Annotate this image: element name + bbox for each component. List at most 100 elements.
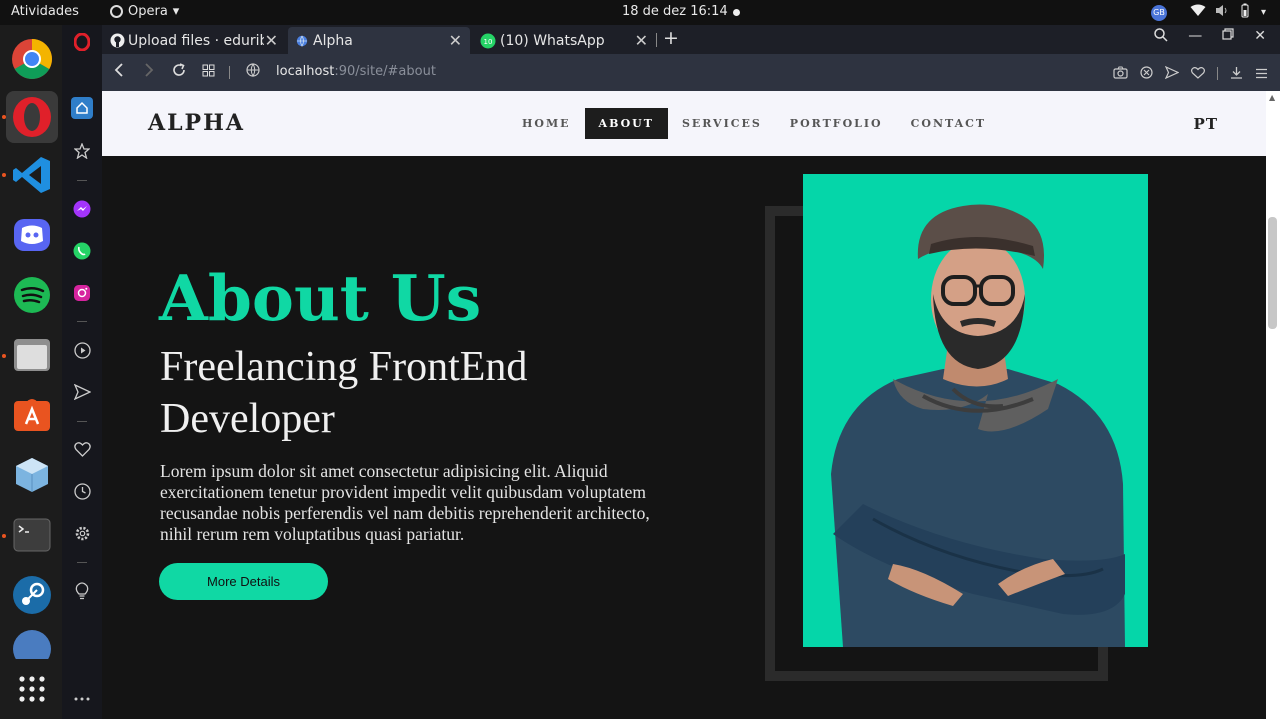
close-tab-icon[interactable]: ✕: [635, 31, 648, 50]
notification-dot: [733, 9, 740, 16]
more-button[interactable]: [70, 687, 94, 711]
page-scrollbar[interactable]: ▲: [1266, 91, 1280, 719]
instagram-button[interactable]: [70, 281, 94, 305]
lightbulb-icon: [75, 582, 89, 600]
dock-files[interactable]: [6, 329, 58, 381]
dock-discord[interactable]: [6, 209, 58, 261]
spotify-icon: [14, 277, 50, 313]
dock-terminal[interactable]: [6, 509, 58, 561]
tab-overview-button[interactable]: [202, 63, 215, 81]
reload-button[interactable]: [172, 63, 186, 81]
dock-spotify[interactable]: [6, 269, 58, 321]
dock-app-partial[interactable]: [6, 629, 58, 659]
app-icon: [13, 630, 51, 659]
history-button[interactable]: [70, 479, 94, 503]
site-logo[interactable]: ALPHA: [148, 110, 245, 136]
scrollbar-thumb[interactable]: [1268, 217, 1277, 329]
close-icon: ✕: [1254, 28, 1266, 44]
scroll-up-arrow[interactable]: ▲: [1269, 93, 1275, 102]
tab-divider: [656, 33, 657, 47]
restore-button[interactable]: [1222, 28, 1234, 46]
tab-upload-files[interactable]: Upload files · edurib1 ✕: [102, 27, 286, 54]
avatar: GB: [1150, 4, 1167, 21]
system-top-bar: Atividades Opera ▾ 18 de dez 16:14 GB ▾: [0, 0, 1280, 25]
virtualbox-icon: [16, 458, 48, 492]
bookmarks-button[interactable]: [70, 139, 94, 163]
dock-steam[interactable]: [6, 569, 58, 621]
clock[interactable]: 18 de dez 16:14: [622, 4, 728, 19]
tab-bar: Upload files · edurib1 ✕ Alpha ✕ 10 (10)…: [102, 25, 1280, 54]
home-button[interactable]: [71, 97, 93, 119]
profile-photo: [803, 174, 1148, 647]
url-field[interactable]: localhost:90/site/#about: [276, 64, 436, 79]
send-icon: [73, 384, 91, 400]
tab-title: Upload files · edurib1: [128, 32, 264, 49]
menu-icon: [1256, 68, 1267, 79]
more-icon: [74, 697, 90, 701]
dock-virtualbox[interactable]: [6, 449, 58, 501]
messenger-button[interactable]: [70, 197, 94, 221]
send-icon: [1164, 65, 1180, 80]
github-icon: [110, 33, 125, 48]
tab-whatsapp[interactable]: 10 (10) WhatsApp ✕: [472, 27, 656, 54]
more-details-button[interactable]: More Details: [159, 563, 328, 600]
divider: [1217, 67, 1218, 80]
address-actions: [1113, 64, 1268, 83]
close-tab-icon[interactable]: ✕: [265, 31, 278, 50]
svg-text:10: 10: [484, 38, 493, 46]
site-info-button[interactable]: [246, 63, 260, 81]
separator: [77, 321, 87, 322]
dock-vscode[interactable]: [6, 149, 58, 201]
close-window-button[interactable]: ✕: [1254, 28, 1266, 46]
adblock-button[interactable]: [1140, 64, 1153, 83]
dock-chrome[interactable]: [6, 33, 58, 85]
back-button[interactable]: [114, 63, 124, 81]
page-viewport: ALPHA HOME ABOUT SERVICES PORTFOLIO CONT…: [102, 91, 1266, 719]
dock-software[interactable]: [6, 389, 58, 441]
nav-portfolio[interactable]: PORTFOLIO: [776, 108, 897, 139]
player-button[interactable]: [70, 338, 94, 362]
language-switch[interactable]: PT: [1194, 115, 1218, 133]
nav-services[interactable]: SERVICES: [668, 108, 776, 139]
vscode-icon: [13, 157, 50, 193]
tab-alpha[interactable]: Alpha ✕: [288, 27, 470, 54]
opera-sidebar: [62, 25, 102, 719]
heart-icon: [73, 441, 91, 457]
forward-button[interactable]: [144, 63, 154, 81]
tips-button[interactable]: [70, 579, 94, 603]
separator: [77, 421, 87, 422]
send-button[interactable]: [70, 380, 94, 404]
system-tray[interactable]: GB ▾: [1150, 3, 1266, 22]
close-tab-icon[interactable]: ✕: [449, 31, 462, 50]
send-to-flow-button[interactable]: [1164, 64, 1180, 83]
volume-icon: [1215, 4, 1229, 21]
play-circle-icon: [73, 341, 91, 359]
separator: [77, 180, 87, 181]
nav-home[interactable]: HOME: [508, 108, 585, 139]
nav-about[interactable]: ABOUT: [584, 108, 668, 139]
separator: [77, 562, 87, 563]
download-icon: [1231, 67, 1242, 79]
settings-button[interactable]: [70, 521, 94, 545]
nav-contact[interactable]: CONTACT: [897, 108, 1000, 139]
downloads-button[interactable]: [1230, 64, 1243, 83]
minimize-button[interactable]: —: [1188, 28, 1202, 46]
discord-icon: [14, 219, 50, 251]
restore-icon: [1222, 28, 1234, 40]
whatsapp-button[interactable]: [70, 239, 94, 263]
activities-button[interactable]: Atividades: [11, 4, 79, 19]
snapshot-button[interactable]: [1113, 64, 1128, 83]
opera-menu-button[interactable]: [70, 30, 94, 54]
show-applications-button[interactable]: [6, 663, 58, 715]
new-tab-button[interactable]: +: [663, 27, 679, 49]
easy-setup-button[interactable]: [1255, 64, 1268, 83]
tab-search-button[interactable]: [1154, 28, 1168, 46]
site-header: ALPHA HOME ABOUT SERVICES PORTFOLIO CONT…: [102, 91, 1266, 156]
gear-icon: [75, 526, 89, 540]
globe-icon: [296, 35, 308, 47]
add-favorite-button[interactable]: [1191, 64, 1205, 83]
dock-opera[interactable]: [6, 91, 58, 143]
tab-title: Alpha: [313, 32, 353, 49]
favorites-button[interactable]: [70, 437, 94, 461]
app-menu[interactable]: Opera ▾: [110, 4, 179, 19]
